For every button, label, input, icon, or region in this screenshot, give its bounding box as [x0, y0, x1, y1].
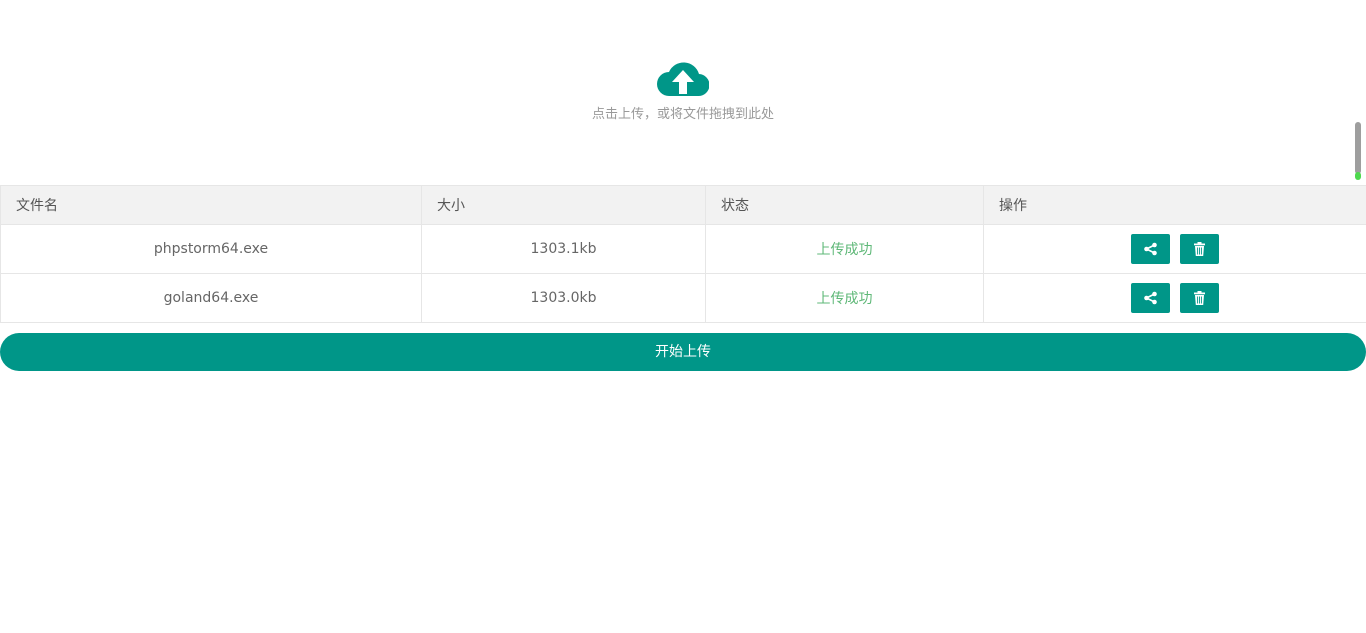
file-status-cell: 上传成功 [705, 224, 984, 274]
share-button[interactable] [1130, 283, 1170, 313]
file-size-cell: 1303.1kb [421, 224, 706, 274]
file-size-cell: 1303.0kb [421, 273, 706, 323]
table-header-row: 文件名 大小 状态 操作 [0, 185, 1366, 225]
file-list-table: 文件名 大小 状态 操作 phpstorm64.exe 1303.1kb 上传成… [0, 185, 1366, 323]
trash-icon [1194, 291, 1206, 305]
trash-icon [1194, 242, 1206, 256]
scrollbar[interactable] [1354, 122, 1362, 184]
upload-page: 点击上传，或将文件拖拽到此处 文件名 大小 状态 操作 phpstorm64.e… [0, 0, 1366, 633]
actions-cell [983, 224, 1366, 274]
cloud-upload-icon [657, 62, 709, 97]
file-name-cell: phpstorm64.exe [0, 224, 422, 274]
delete-button[interactable] [1180, 283, 1220, 313]
column-header-size: 大小 [421, 185, 706, 225]
scrollbar-indicator [1355, 172, 1361, 180]
file-status-cell: 上传成功 [705, 273, 984, 323]
start-upload-button[interactable]: 开始上传 [0, 333, 1366, 371]
table-row: phpstorm64.exe 1303.1kb 上传成功 [0, 224, 1366, 274]
file-name-cell: goland64.exe [0, 273, 422, 323]
scrollbar-thumb[interactable] [1355, 122, 1361, 174]
table-row: goland64.exe 1303.0kb 上传成功 [0, 273, 1366, 323]
actions-cell [983, 273, 1366, 323]
upload-hint: 点击上传，或将文件拖拽到此处 [591, 107, 774, 122]
share-button[interactable] [1130, 234, 1170, 264]
delete-button[interactable] [1180, 234, 1220, 264]
column-header-actions: 操作 [983, 185, 1366, 225]
column-header-filename: 文件名 [0, 185, 422, 225]
column-header-status: 状态 [705, 185, 984, 225]
share-icon [1143, 291, 1157, 305]
upload-drop-zone[interactable]: 点击上传，或将文件拖拽到此处 [0, 0, 1366, 185]
share-icon [1143, 242, 1157, 256]
